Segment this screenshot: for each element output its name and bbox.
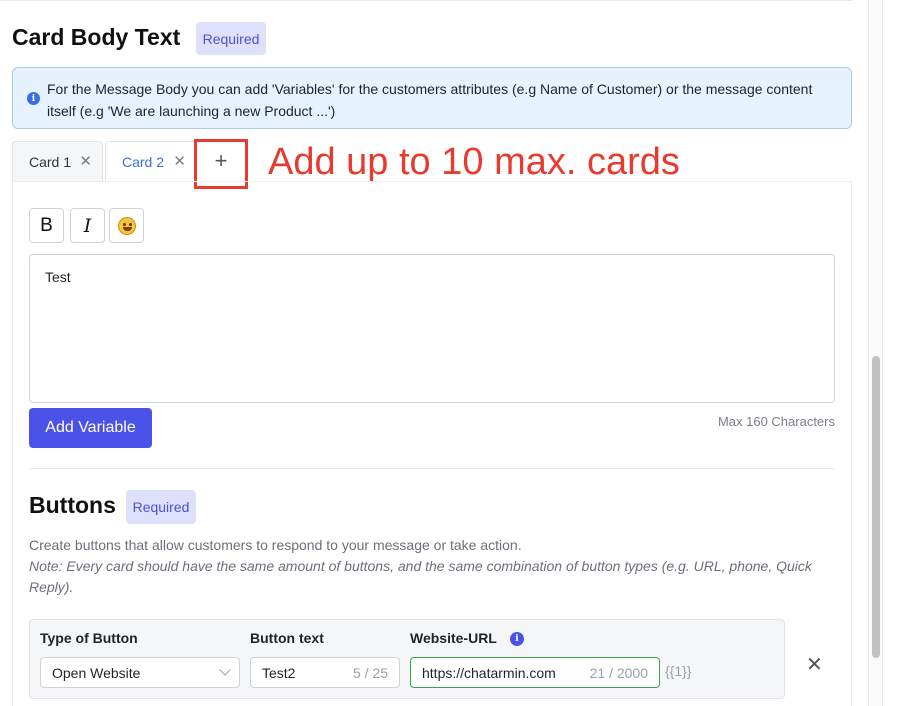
button-text-counter: 5 / 25 [352, 665, 388, 681]
buttons-note-text: Note: Every card should have the same am… [29, 558, 812, 595]
button-text-label: Button text [250, 630, 324, 646]
info-icon: i [27, 92, 40, 105]
type-of-button-label: Type of Button [40, 630, 138, 646]
website-url-label: Website-URL [410, 630, 497, 646]
button-text-input[interactable]: Test2 5 / 25 [250, 657, 400, 688]
required-badge: Required [126, 490, 196, 524]
tab-label: Card 1 [29, 153, 72, 170]
close-icon[interactable]: ✕ [173, 152, 186, 170]
add-variable-button[interactable]: Add Variable [29, 408, 152, 448]
scrollbar-thumb[interactable] [872, 356, 880, 658]
website-url-counter: 21 / 2000 [589, 665, 648, 681]
button-type-value: Open Website [52, 664, 141, 681]
remove-button-icon[interactable]: ✕ [806, 652, 823, 677]
section-divider [29, 468, 835, 469]
info-banner: i For the Message Body you can add 'Vari… [12, 67, 852, 129]
website-url-value: https://chatarmin.com [422, 664, 556, 681]
tab-label: Card 2 [122, 154, 165, 170]
buttons-title: Buttons [29, 492, 116, 518]
button-text-value: Test2 [262, 664, 296, 681]
tab-card-2[interactable]: Card 2 ✕ [105, 141, 197, 182]
emoji-button[interactable] [109, 208, 144, 243]
card-body-title: Card Body Text [12, 24, 181, 50]
chevron-down-icon [219, 664, 231, 676]
top-divider [0, 0, 852, 1]
buttons-description: Create buttons that allow customers to r… [29, 535, 829, 598]
url-variable-hint[interactable]: {{1}} [665, 663, 692, 679]
annotation-text: Add up to 10 max. cards [268, 141, 680, 183]
button-type-select[interactable]: Open Website [40, 657, 240, 688]
website-url-input[interactable]: https://chatarmin.com 21 / 2000 [410, 657, 660, 688]
info-icon[interactable]: i [510, 632, 524, 646]
close-icon[interactable]: ✕ [79, 152, 92, 170]
smiley-emoji-icon [117, 216, 136, 235]
buttons-description-text: Create buttons that allow customers to r… [29, 537, 522, 553]
info-text: For the Message Body you can add 'Variab… [47, 81, 813, 119]
card-body-textarea[interactable]: Test [29, 254, 835, 403]
required-badge: Required [196, 22, 266, 55]
bold-button[interactable]: B [29, 208, 64, 243]
italic-button[interactable]: I [70, 208, 105, 243]
max-characters-note: Max 160 Characters [717, 414, 835, 429]
tab-card-1[interactable]: Card 1 ✕ [12, 141, 103, 181]
